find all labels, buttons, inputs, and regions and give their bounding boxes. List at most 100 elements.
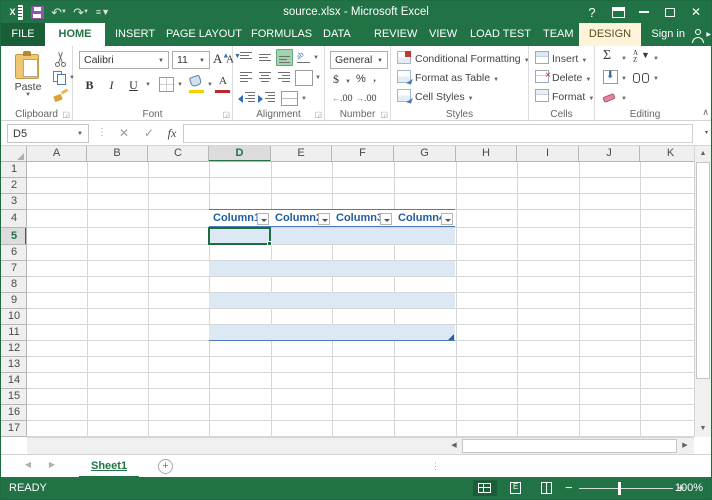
fill-color-chevron-down-icon[interactable]: ▼: [207, 82, 213, 88]
clear-icon[interactable]: [602, 91, 618, 104]
accounting-format-icon[interactable]: $: [333, 72, 339, 87]
row-header-14[interactable]: 14: [1, 373, 26, 389]
filter-dropdown-icon-1[interactable]: [257, 213, 269, 225]
number-format-combobox[interactable]: General ▼: [330, 51, 388, 69]
sign-in-button[interactable]: Sign in: [651, 23, 685, 46]
cancel-formula-icon[interactable]: ✕: [113, 125, 135, 142]
column-header-c[interactable]: C: [148, 146, 209, 161]
underline-button[interactable]: U: [123, 75, 144, 95]
row-header-15[interactable]: 15: [1, 389, 26, 405]
copy-icon[interactable]: [53, 71, 67, 85]
underline-chevron-down-icon[interactable]: ▼: [145, 82, 151, 88]
row-header-5[interactable]: 5: [1, 228, 26, 245]
paste-button[interactable]: Paste ▼: [7, 49, 49, 107]
vertical-scrollbar[interactable]: ▲ ▼: [694, 146, 711, 437]
format-as-table-button[interactable]: Format as Table ▼: [397, 69, 499, 88]
expand-formula-bar-icon[interactable]: ▾: [705, 129, 708, 136]
table-header-column3[interactable]: Column3: [332, 210, 394, 226]
row-header-1[interactable]: 1: [1, 162, 26, 178]
customize-qat-icon[interactable]: ≡▼: [93, 2, 113, 22]
column-header-d[interactable]: D: [209, 146, 271, 161]
row-header-13[interactable]: 13: [1, 357, 26, 373]
decrease-decimal-icon[interactable]: →.00: [356, 93, 377, 103]
selected-cell-d5[interactable]: [208, 227, 271, 245]
row-header-10[interactable]: 10: [1, 309, 26, 325]
conditional-formatting-button[interactable]: Conditional Formatting ▼: [397, 50, 530, 69]
fill-chevron-down-icon[interactable]: ▼: [621, 76, 627, 82]
column-header-i[interactable]: I: [517, 146, 579, 161]
row-header-6[interactable]: 6: [1, 245, 26, 261]
increase-indent-icon[interactable]: [258, 90, 276, 106]
column-header-b[interactable]: B: [87, 146, 148, 161]
help-icon[interactable]: ?: [579, 2, 605, 22]
tab-formulas[interactable]: FORMULAS: [241, 23, 322, 46]
insert-chevron-down-icon[interactable]: ▼: [581, 58, 587, 64]
bold-button[interactable]: B: [79, 75, 100, 95]
align-right-icon[interactable]: [276, 69, 293, 86]
scroll-up-icon[interactable]: ▲: [696, 147, 710, 161]
tab-data[interactable]: DATA: [313, 23, 361, 46]
page-break-preview-button[interactable]: [535, 480, 559, 496]
zoom-slider-thumb[interactable]: [618, 482, 621, 495]
merge-and-center-icon[interactable]: [281, 91, 298, 106]
table-band-row-7[interactable]: [209, 261, 455, 276]
center-align-icon[interactable]: [257, 69, 274, 86]
page-layout-view-button[interactable]: [504, 480, 528, 496]
enter-formula-icon[interactable]: ✓: [138, 125, 160, 142]
middle-align-icon[interactable]: [257, 49, 274, 66]
horizontal-scrollbar[interactable]: ◀ ▶: [27, 437, 694, 454]
wrap-text-icon[interactable]: [295, 70, 313, 86]
delete-cells-button[interactable]: Delete ▼: [535, 66, 591, 88]
name-box-chevron-down-icon[interactable]: ▼: [77, 131, 83, 137]
tab-page-layout[interactable]: PAGE LAYOUT: [156, 23, 252, 46]
row-header-7[interactable]: 7: [1, 261, 26, 277]
next-sheet-icon[interactable]: ▶: [45, 460, 59, 473]
row-header-2[interactable]: 2: [1, 178, 26, 194]
filter-dropdown-icon-2[interactable]: [318, 213, 330, 225]
row-header-9[interactable]: 9: [1, 293, 26, 309]
save-icon[interactable]: [27, 2, 47, 22]
sheet-tab-sheet1[interactable]: Sheet1: [79, 455, 140, 478]
cell-styles-button[interactable]: Cell Styles ▼: [397, 88, 474, 107]
tab-review[interactable]: REVIEW: [364, 23, 427, 46]
paste-chevron-down-icon[interactable]: ▼: [7, 92, 49, 98]
sort-filter-chevron-down-icon[interactable]: ▼: [653, 56, 659, 62]
table-band-row-11[interactable]: [209, 325, 455, 340]
orientation-icon[interactable]: [296, 49, 313, 65]
normal-view-button[interactable]: [473, 480, 497, 496]
borders-chevron-down-icon[interactable]: ▼: [177, 82, 183, 88]
format-cells-button[interactable]: Format ▼: [535, 88, 594, 107]
increase-decimal-icon[interactable]: ←.00: [332, 93, 353, 103]
formula-input[interactable]: [183, 124, 693, 143]
table-band-row-9[interactable]: [209, 293, 455, 308]
filter-dropdown-icon-3[interactable]: [380, 213, 392, 225]
add-sheet-icon[interactable]: +: [158, 459, 173, 474]
column-header-j[interactable]: J: [579, 146, 640, 161]
scroll-right-icon[interactable]: ▶: [678, 439, 692, 453]
select-all-button[interactable]: [1, 146, 27, 162]
alignment-dialog-launcher-icon[interactable]: ◲: [314, 110, 322, 119]
format-as-table-chevron-down-icon[interactable]: ▼: [493, 77, 499, 83]
filter-dropdown-icon-4[interactable]: [441, 213, 453, 225]
comma-style-icon[interactable]: ,: [373, 69, 376, 85]
wrap-text-chevron-down-icon[interactable]: ▼: [315, 75, 321, 81]
tab-file[interactable]: FILE: [1, 23, 45, 46]
zoom-level-label[interactable]: 100%: [675, 477, 703, 499]
borders-icon[interactable]: [159, 77, 174, 92]
close-icon[interactable]: ✕: [683, 2, 709, 22]
fill-handle[interactable]: [267, 241, 272, 246]
delete-chevron-down-icon[interactable]: ▼: [585, 77, 591, 83]
format-painter-icon[interactable]: [53, 88, 69, 104]
autosum-icon[interactable]: Σ: [603, 48, 611, 64]
collapse-ribbon-icon[interactable]: ∧: [702, 107, 709, 118]
bottom-align-icon[interactable]: [276, 49, 293, 66]
find-and-select-icon[interactable]: [633, 71, 649, 84]
vertical-scroll-thumb[interactable]: [696, 162, 710, 379]
row-header-17[interactable]: 17: [1, 421, 26, 437]
column-header-g[interactable]: G: [394, 146, 456, 161]
italic-button[interactable]: I: [101, 75, 122, 95]
font-size-chevron-down-icon[interactable]: ▼: [199, 58, 205, 64]
font-name-combobox[interactable]: Calibri ▼: [79, 51, 169, 69]
sort-and-filter-icon[interactable]: A Z ▼: [633, 49, 650, 64]
redo-icon[interactable]: ↷ ▼: [71, 2, 91, 22]
